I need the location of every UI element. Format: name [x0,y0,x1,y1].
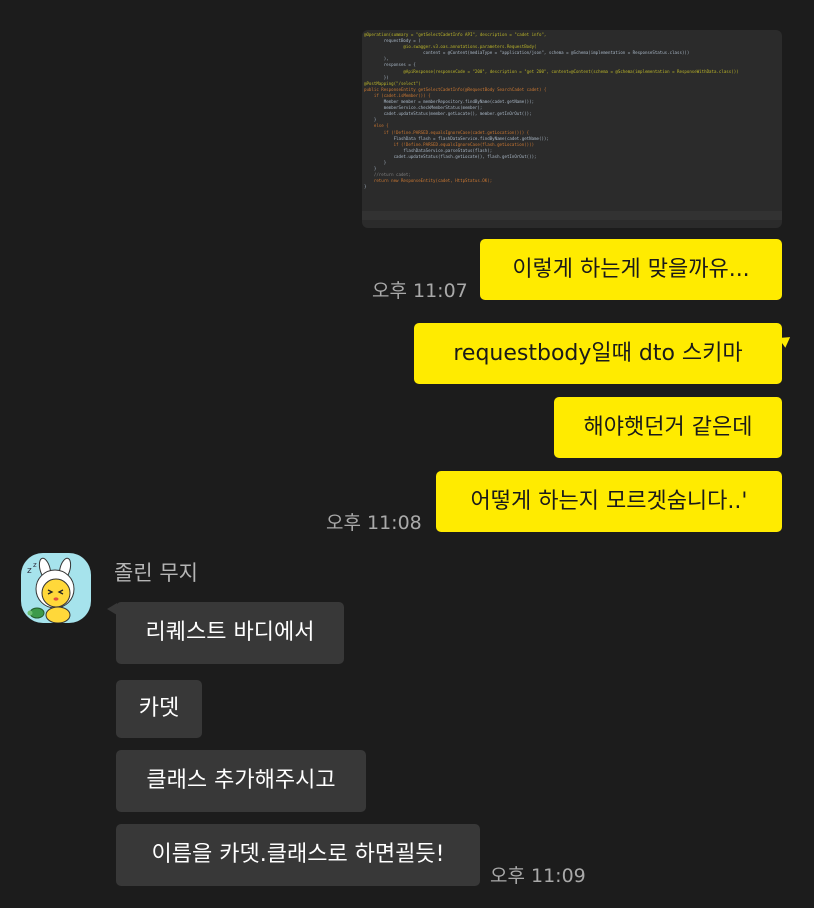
message-text: 카뎃 [138,696,180,721]
svg-text:z: z [27,566,32,576]
message-text: 리퀘스트 바디에서 [145,620,315,645]
message-timestamp: 오후 11:09 [490,865,586,887]
message-timestamp: 오후 11:07 [372,280,468,302]
message-text: 어떻게 하는지 모르겟숨니다..' [470,488,748,514]
code-line: @ApiResponse(responseCode = "200", descr… [364,68,739,74]
other-message-bubble[interactable]: 클래스 추가해주시고 [116,750,366,812]
message-text: 클래스 추가해주시고 [146,768,336,793]
svg-text:z: z [33,561,37,569]
avatar[interactable]: z z [21,553,91,623]
my-message-bubble[interactable]: 해야햇던거 같은데 [554,397,782,458]
other-message-bubble[interactable]: 이름을 카뎃.클래스로 하면괼듯! [116,824,480,886]
message-text: 해야햇던거 같은데 [583,414,753,440]
other-message-bubble[interactable]: 카뎃 [116,680,202,738]
other-message-bubble[interactable]: 리퀘스트 바디에서 [116,602,344,664]
message-text: requestbody일때 dto 스키마 [453,340,743,366]
sender-name: 졸린 무지 [114,561,198,585]
message-text: 이름을 카뎃.클래스로 하면괼듯! [151,842,445,867]
code-line: content = @Content(mediaType = "applicat… [364,50,690,56]
code-screenshot-image[interactable]: @Operation(summary = "getSelectCadetInfo… [362,30,782,228]
code-current-line-highlight [362,211,782,220]
muzi-character-icon: z z [27,557,75,623]
code-lines: @Operation(summary = "getSelectCadetInfo… [364,32,739,190]
my-message-bubble[interactable]: requestbody일때 dto 스키마 [414,323,782,384]
code-line: } [364,184,367,190]
message-timestamp: 오후 11:08 [326,512,422,534]
my-message-bubble[interactable]: 이렇게 하는게 맞을까유... [480,239,782,300]
my-message-bubble[interactable]: 어떻게 하는지 모르겟숨니다..' [436,471,782,532]
message-text: 이렇게 하는게 맞을까유... [512,256,750,282]
